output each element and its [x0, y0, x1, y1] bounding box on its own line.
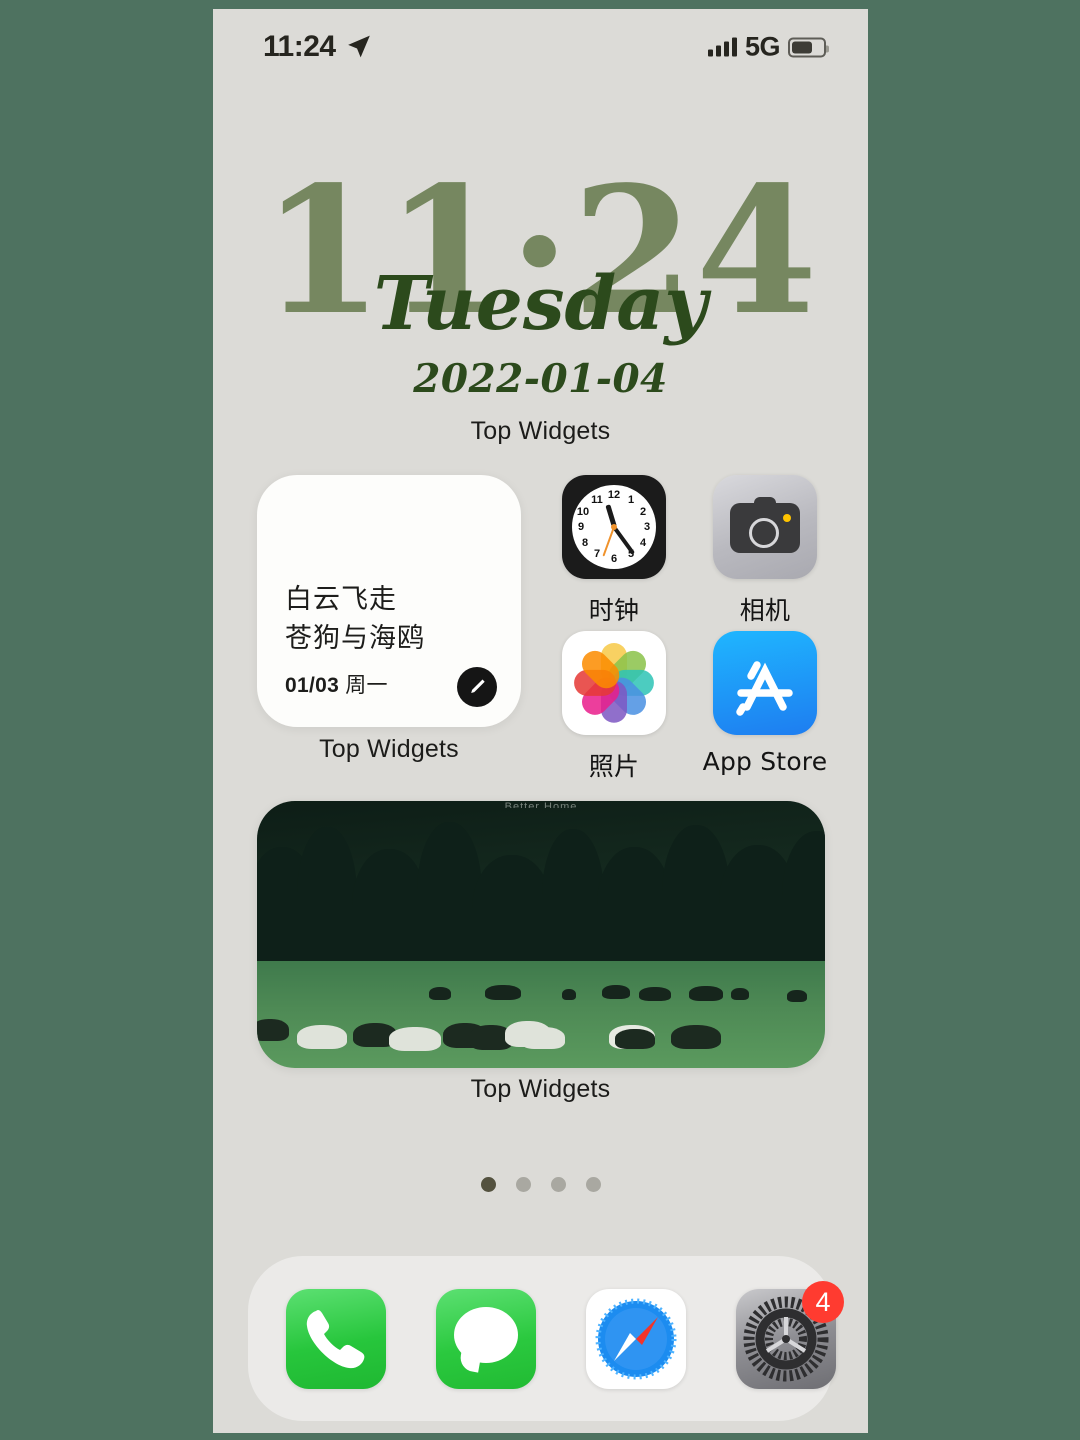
- network-type-label: 5G: [744, 31, 781, 62]
- page-dot-4[interactable]: [585, 1177, 601, 1192]
- note-widget-label: Top Widgets: [319, 735, 459, 763]
- clock-widget-weekday: Tuesday: [373, 261, 708, 347]
- photo-watermark: Better Home: [504, 801, 578, 808]
- clock-widget-date: 2022-01-04: [413, 356, 668, 402]
- dock-icon-settings[interactable]: 4: [736, 1281, 844, 1389]
- page-indicator[interactable]: [213, 1177, 868, 1192]
- battery-icon: [788, 37, 829, 57]
- app-icon-photos[interactable]: 照片: [549, 631, 679, 783]
- dock: 4: [248, 1256, 844, 1421]
- note-widget[interactable]: 白云飞走 苍狗与海鸥 01/03 周一: [257, 475, 521, 727]
- app-label-clock: 时钟: [588, 596, 640, 625]
- clock-icon: 12 1 2 3 4 5 6 7 8 9 10 11: [562, 475, 666, 579]
- dock-icon-messages[interactable]: [436, 1289, 536, 1389]
- app-label-app-store: App Store: [702, 747, 828, 776]
- photo-widget-label: Top Widgets: [470, 1075, 611, 1103]
- note-widget-date-row: 01/03 周一: [285, 669, 388, 699]
- safari-compass-icon: [586, 1289, 686, 1389]
- location-arrow-icon: [346, 34, 372, 65]
- cellular-signal-icon: [707, 37, 737, 57]
- settings-badge-count: 4: [802, 1281, 844, 1323]
- app-label-photos: 照片: [588, 752, 640, 781]
- app-icon-clock[interactable]: 12 1 2 3 4 5 6 7 8 9 10 11: [549, 475, 679, 627]
- status-bar: 11:24 5G: [213, 9, 868, 79]
- camera-icon: [713, 475, 817, 579]
- iphone-home-screen: 11:24 5G 11·24 Tuesday 2022-01-04 Top Wi…: [213, 9, 868, 1433]
- note-widget-weekday: 周一: [345, 673, 388, 697]
- note-widget-line1: 白云飞走: [285, 584, 397, 615]
- pencil-edit-icon[interactable]: [457, 667, 497, 707]
- app-store-icon: [713, 631, 817, 735]
- dock-icon-safari[interactable]: [586, 1289, 686, 1389]
- clock-widget[interactable]: 11·24 Tuesday 2022-01-04: [213, 159, 868, 419]
- note-widget-date: 01/03: [285, 674, 340, 697]
- photo-meadow-foreground: [257, 961, 825, 1068]
- page-dot-3[interactable]: [550, 1177, 566, 1192]
- photo-widget[interactable]: Better Home: [257, 801, 825, 1068]
- photos-icon: [562, 631, 666, 735]
- app-label-camera: 相机: [739, 596, 791, 625]
- dock-icon-phone[interactable]: [286, 1289, 386, 1389]
- note-widget-line2: 苍狗与海鸥: [285, 623, 425, 654]
- page-dot-1[interactable]: [480, 1177, 496, 1192]
- app-icon-app-store[interactable]: App Store: [700, 631, 830, 776]
- messages-icon: [436, 1289, 536, 1389]
- clock-widget-label: Top Widgets: [470, 417, 611, 445]
- app-icon-camera[interactable]: 相机: [700, 475, 830, 627]
- status-bar-right: 5G: [707, 31, 829, 63]
- status-bar-time: 11:24: [263, 30, 336, 63]
- note-widget-text: 白云飞走 苍狗与海鸥: [285, 580, 425, 658]
- widget-and-icons-row: 白云飞走 苍狗与海鸥 01/03 周一 Top Widgets 12 1 2 3…: [213, 467, 868, 787]
- phone-icon: [286, 1289, 386, 1389]
- page-dot-2[interactable]: [515, 1177, 531, 1192]
